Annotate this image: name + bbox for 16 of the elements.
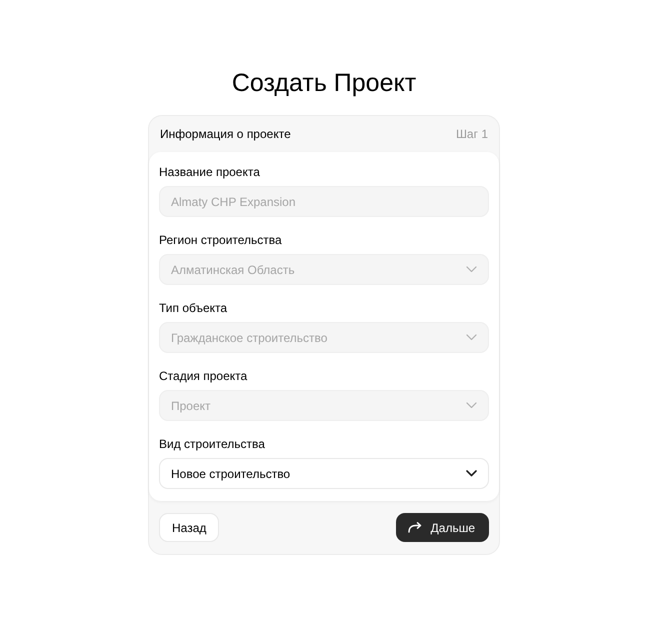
field-label: Название проекта: [159, 165, 261, 179]
field-label: Стадия проекта: [159, 369, 248, 383]
field-label: Вид строительства: [159, 437, 266, 451]
chevron-down-icon: [466, 402, 477, 409]
chevron-down-icon: [466, 334, 477, 341]
chevron-down-icon: [466, 266, 477, 273]
field-label: Регион строительства: [159, 233, 283, 247]
card-heading: Информация о проекте: [160, 126, 291, 143]
back-button[interactable]: Назад: [159, 513, 220, 542]
field-label: Тип объекта: [159, 301, 228, 315]
next-button[interactable]: Дальше: [396, 513, 489, 542]
chevron-down-icon: [466, 470, 477, 477]
step-label: Шаг 1: [456, 126, 488, 143]
page-title: Создать Проект: [232, 68, 416, 99]
dropdown-field[interactable]: Новое строительство: [159, 458, 489, 489]
forward-arrow-icon: [408, 522, 422, 533]
